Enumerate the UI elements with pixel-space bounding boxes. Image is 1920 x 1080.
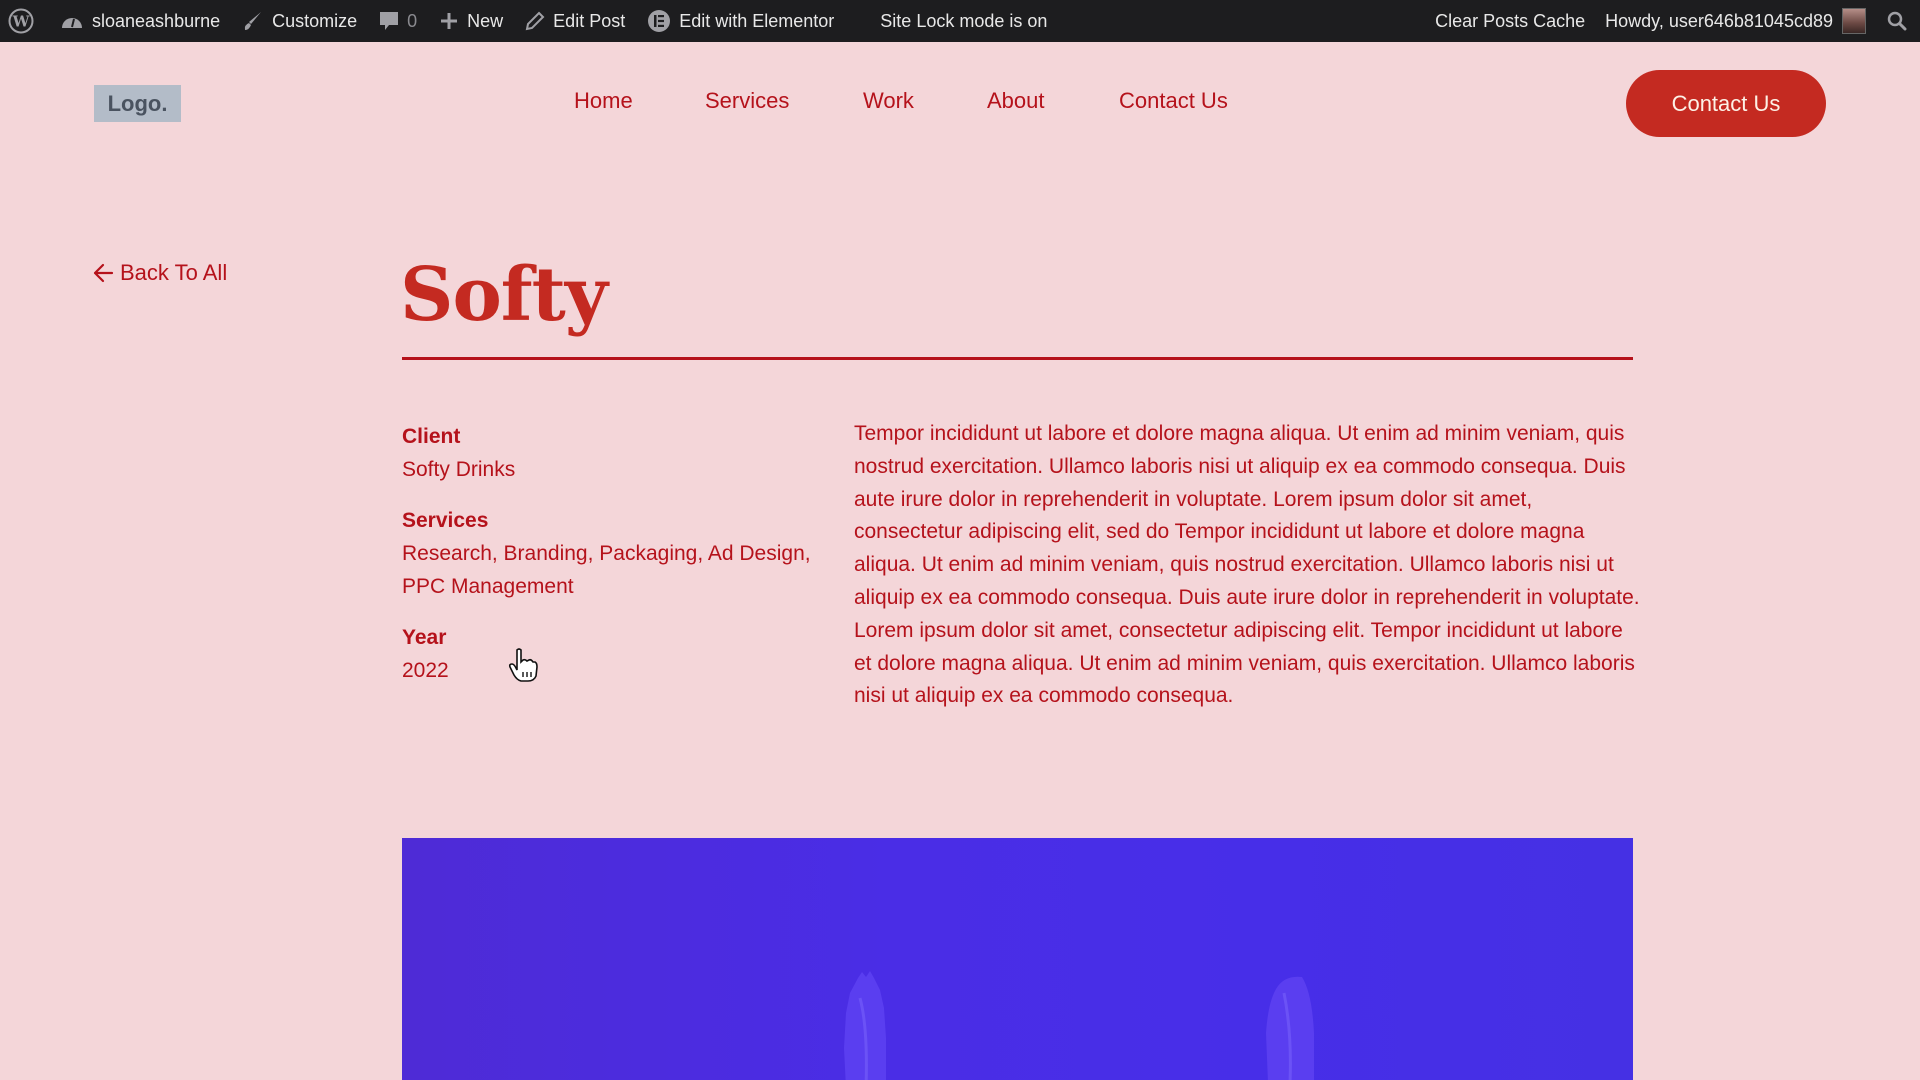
admin-bar: W sloaneashburne Customize 0 New Edit Po… (0, 0, 1920, 42)
client-label: Client (402, 425, 461, 448)
paintbrush-icon (242, 10, 264, 32)
services-value: Research, Branding, Packaging, Ad Design… (402, 542, 811, 598)
nav-home[interactable]: Home (574, 88, 633, 114)
project-hero-image (402, 838, 1633, 1080)
nav-contact-us[interactable]: Contact Us (1119, 88, 1228, 114)
comments-link[interactable]: 0 (379, 0, 417, 42)
svg-text:W: W (12, 13, 31, 31)
hand-pointer-cursor-icon (508, 648, 538, 682)
bottle-cap-right (1266, 976, 1314, 1080)
back-to-all-link[interactable]: Back To All (92, 260, 227, 286)
comments-count: 0 (407, 10, 418, 31)
wordpress-logo-icon: W (8, 8, 34, 34)
contact-us-button[interactable]: Contact Us (1626, 70, 1826, 137)
clear-posts-cache-link[interactable]: Clear Posts Cache (1435, 0, 1585, 42)
wordpress-menu[interactable]: W (8, 0, 42, 42)
user-avatar (1842, 8, 1866, 34)
pencil-icon (525, 11, 545, 31)
search-icon (1886, 10, 1908, 32)
edit-post-link[interactable]: Edit Post (525, 0, 625, 42)
arrow-left-icon (93, 263, 114, 283)
client-value: Softy Drinks (402, 458, 516, 481)
bottle-cap-left (844, 971, 886, 1080)
edit-elementor-label: Edit with Elementor (679, 10, 835, 31)
site-lock-status[interactable]: Site Lock mode is on (880, 0, 1047, 42)
new-content-menu[interactable]: New (439, 0, 503, 42)
edit-post-label: Edit Post (553, 10, 626, 31)
project-meta: Client Softy Drinks Services Research, B… (402, 420, 822, 705)
site-logo[interactable]: Logo. (94, 85, 181, 122)
plus-icon (439, 11, 459, 31)
user-account-menu[interactable]: Howdy, user646b81045cd89 (1605, 0, 1866, 42)
customize-label: Customize (272, 10, 358, 31)
dashboard-gauge-icon (60, 10, 84, 32)
services-label: Services (402, 509, 489, 532)
edit-with-elementor-link[interactable]: Edit with Elementor (647, 0, 834, 42)
nav-services[interactable]: Services (705, 88, 789, 114)
new-label: New (467, 10, 504, 31)
year-label: Year (402, 626, 447, 649)
admin-search[interactable] (1886, 0, 1908, 42)
year-value: 2022 (402, 659, 449, 682)
nav-work[interactable]: Work (863, 88, 914, 114)
title-divider (402, 357, 1633, 360)
site-name: sloaneashburne (92, 10, 221, 31)
nav-about[interactable]: About (987, 88, 1045, 114)
back-label: Back To All (120, 260, 228, 285)
project-title: Softy (400, 252, 608, 338)
site-name-menu[interactable]: sloaneashburne (60, 0, 220, 42)
customize-link[interactable]: Customize (242, 0, 357, 42)
clear-cache-label: Clear Posts Cache (1435, 10, 1586, 31)
comment-bubble-icon (379, 10, 399, 32)
elementor-icon (647, 9, 671, 33)
howdy-label: Howdy, user646b81045cd89 (1605, 10, 1833, 31)
project-description: Tempor incididunt ut labore et dolore ma… (854, 422, 1640, 708)
site-lock-label: Site Lock mode is on (880, 10, 1048, 31)
